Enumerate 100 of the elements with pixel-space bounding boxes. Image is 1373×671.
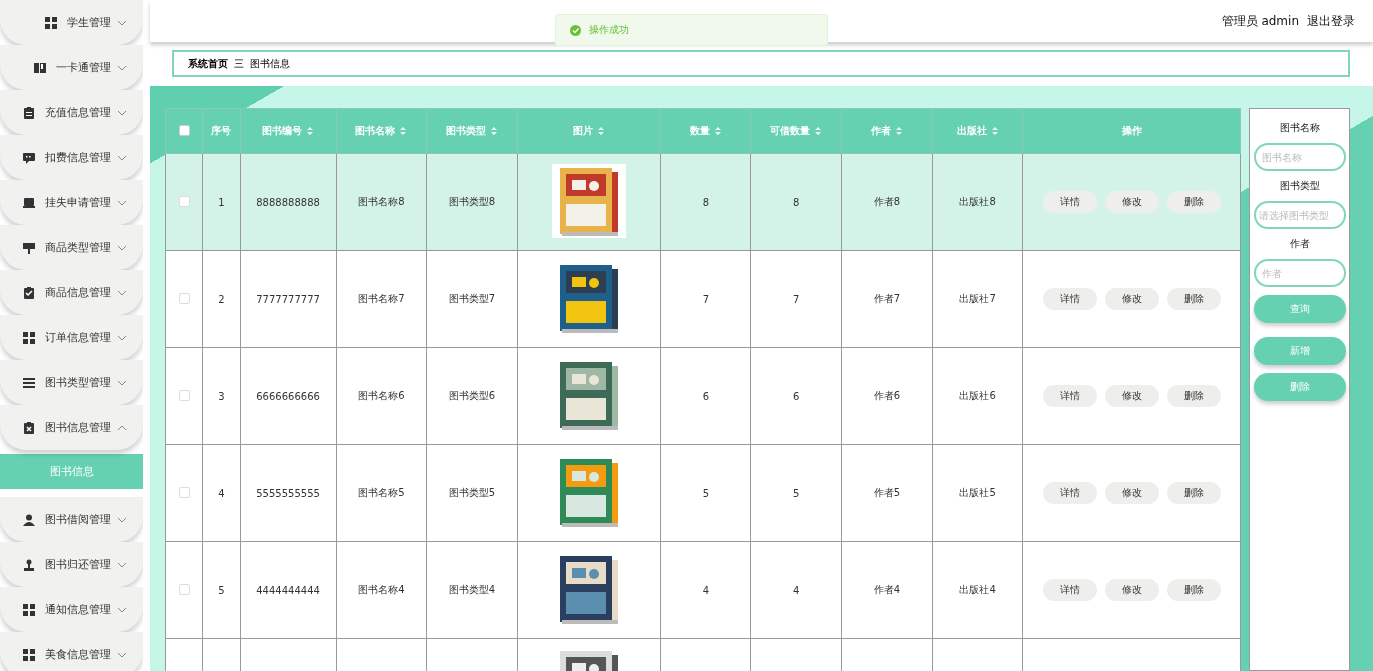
checkbox[interactable] [178,389,190,401]
sidebar-item[interactable]: 一卡通管理 [0,45,143,90]
table-cell: 7777777777 [256,293,320,305]
sidebar-item[interactable]: 商品类型管理 [0,225,143,270]
book-icon [34,61,46,74]
action-button[interactable]: 修改 [1104,288,1159,310]
table-cell: 1 [218,196,225,208]
caret-icon [117,243,127,252]
action-button[interactable]: 详情 [1042,191,1097,213]
success-icon [570,24,581,36]
sidebar-label: 商品信息管理 [45,285,111,300]
table-cell: 4 [218,487,225,499]
clipboard-icon [23,421,35,434]
action-button[interactable]: 详情 [1042,579,1097,601]
sidebar-item[interactable]: 图书类型管理 [0,360,143,405]
sidebar-item[interactable]: 图书归还管理 [0,542,143,587]
sort-icon [399,126,408,136]
table-cell: 作者7 [873,293,901,304]
action-button[interactable]: 删除 [1166,191,1221,213]
checkbox[interactable] [178,195,190,207]
sidebar-item[interactable]: 充值信息管理 [0,90,143,135]
logout-link[interactable]: 退出登录 [1307,12,1355,30]
sidebar-label: 图书归还管理 [45,557,111,572]
action-button[interactable]: 删除 [1166,579,1221,601]
toast-text: 操作成功 [589,23,629,37]
clipboard-icon [23,106,35,119]
caret-icon [117,153,127,162]
action-button[interactable]: 删除 [1166,385,1221,407]
sidebar-item[interactable]: 挂失申请管理 [0,180,143,225]
sidebar-item[interactable]: 图书信息管理 [0,405,143,450]
action-button[interactable]: 详情 [1042,288,1097,310]
table-cell: 图书名称6 [358,390,405,401]
grid-icon [23,331,35,344]
action-button[interactable]: 详情 [1042,385,1097,407]
caret-icon [117,605,127,614]
table-cell: 2 [218,293,225,305]
sidebar-label: 订单信息管理 [45,330,111,345]
checkbox[interactable] [178,583,190,595]
sidebar-item[interactable]: 商品信息管理 [0,270,143,315]
table-cell: 图书名称5 [358,487,405,498]
table-cell: 出版社5 [959,487,996,498]
sidebar-item[interactable]: 美食信息管理 [0,632,143,671]
caret-icon [117,515,127,524]
action-button[interactable]: 删除 [1166,482,1221,504]
checkbox[interactable] [178,292,190,304]
caret-icon [117,650,127,659]
action-button[interactable]: 修改 [1104,579,1159,601]
input-field[interactable]: 作者 [1253,259,1346,287]
action-button[interactable]: 修改 [1104,191,1159,213]
table-cell: 出版社7 [959,293,996,304]
caret-icon [117,198,127,207]
breadcrumb-current: 图书信息 [250,56,290,71]
table-cell: 5 [793,487,800,499]
field-label: 图书类型 [1279,179,1320,193]
sidebar-label: 学生管理 [67,15,111,30]
action-button[interactable]: 修改 [1104,385,1159,407]
sort-icon [814,126,823,136]
table-cell: 出版社6 [959,390,996,401]
sidebar-label: 通知信息管理 [45,602,111,617]
checkbox[interactable] [178,124,190,136]
grid-icon [23,603,35,616]
table-cell: 7 [793,293,800,305]
table-cell: 5555555555 [256,487,320,499]
sidebar-label: 美食信息管理 [45,647,111,662]
sidebar-label: 图书类型管理 [45,375,111,390]
caret-icon [117,333,127,342]
action-button[interactable]: 删除 [1166,288,1221,310]
caret-icon [117,288,127,297]
sidebar-label: 商品类型管理 [45,240,111,255]
sidebar-item[interactable]: 订单信息管理 [0,315,143,360]
table-cell: 3 [218,390,225,402]
table-cell: 图书名称8 [358,196,405,207]
sort-icon [490,126,498,136]
sort-icon [990,126,999,136]
field-label: 图书名称 [1279,121,1320,135]
checkbox[interactable] [178,486,190,498]
grid-icon [45,16,57,29]
flag-icon [23,241,35,254]
table-cell: 6 [793,390,800,402]
table-cell: 6 [702,390,710,402]
table-cell: 作者6 [873,390,901,401]
table-cell: 出版社8 [959,196,996,207]
action-button[interactable]: 修改 [1104,482,1159,504]
table-cell: 图书类型6 [448,390,496,401]
action-button[interactable]: 详情 [1042,482,1097,504]
table-cell: 8 [793,196,800,208]
table-cell: 5 [702,487,710,499]
sort-icon [713,126,722,136]
sidebar-label: 充值信息管理 [45,105,111,120]
sidebar-item[interactable]: 扣费信息管理 [0,135,143,180]
breadcrumb-link[interactable]: 系统首页 [188,56,228,71]
sidebar-item[interactable]: 学生管理 [0,0,143,45]
sidebar-item[interactable]: 通知信息管理 [0,587,143,632]
table-cell: 图书类型5 [448,487,496,498]
clipboard-icon [23,286,35,299]
sidebar-label: 扣费信息管理 [45,150,111,165]
sidebar-item[interactable]: 图书借阅管理 [0,497,143,542]
field-label: 作者 [1289,237,1310,251]
caret-icon [117,108,127,117]
input-field[interactable]: 图书名称 [1253,143,1346,171]
